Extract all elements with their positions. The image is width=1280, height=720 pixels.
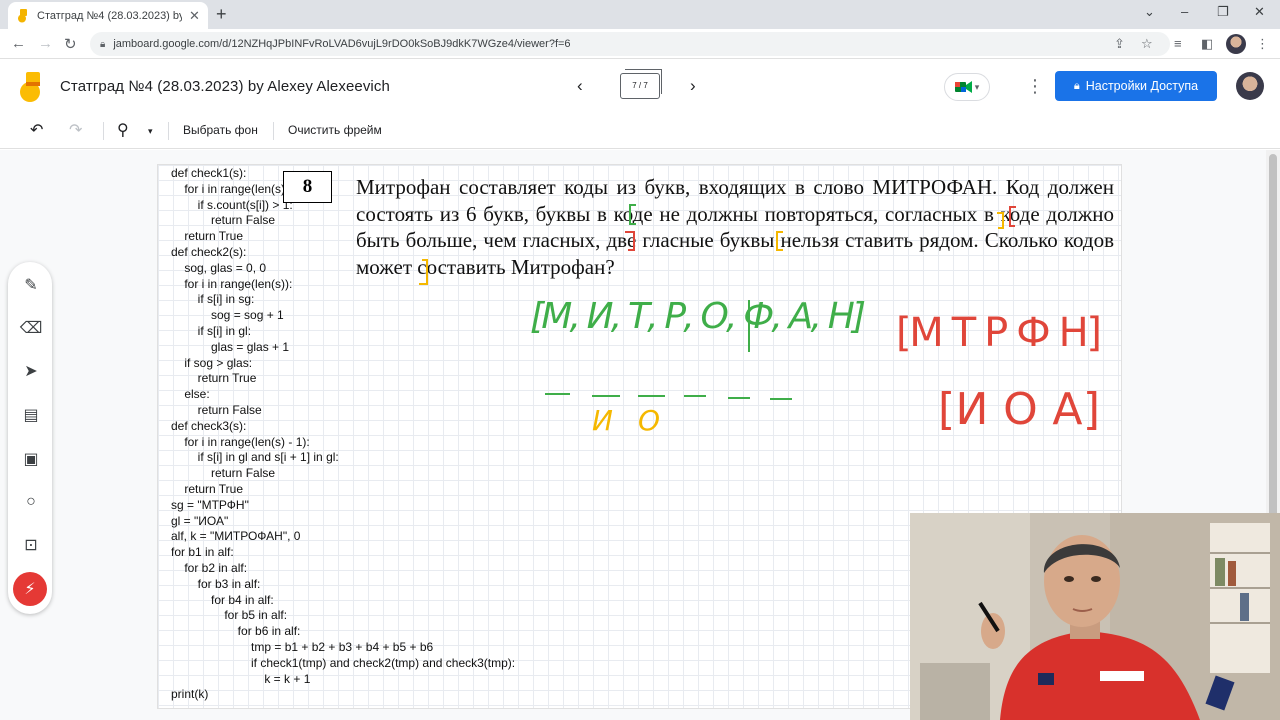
toolbar-divider — [168, 122, 169, 140]
reading-list-icon[interactable]: ≡ — [1174, 36, 1182, 51]
code-line: return False — [171, 402, 262, 417]
more-options-icon[interactable]: ⋮ — [1026, 76, 1044, 97]
code-line: for b3 in alf: — [171, 576, 261, 591]
task-statement: Митрофан составляет коды из букв, входящ… — [356, 175, 1114, 279]
tool-palette — [8, 262, 52, 614]
browser-menu-icon[interactable]: ⋮ — [1256, 36, 1269, 52]
lock-icon: 🔒︎ — [1073, 79, 1080, 92]
browser-profile-avatar[interactable] — [1226, 34, 1246, 54]
share-button-label: Настройки Доступа — [1085, 79, 1199, 93]
code-line: for b6 in alf: — [171, 624, 301, 639]
code-line: sg = "МТРФН" — [171, 497, 249, 512]
text-box-icon[interactable]: ⊡ — [20, 534, 42, 556]
set-background-button[interactable]: Выбрать фон — [183, 123, 258, 137]
zoom-dropdown-icon[interactable]: ▾ — [148, 126, 153, 137]
reload-icon[interactable]: ↻ — [64, 35, 77, 53]
meet-dropdown-icon: ▾ — [974, 81, 980, 92]
code-line: sog = sog + 1 — [171, 308, 284, 323]
browser-tab-bar: Статград №4 (28.03.2023) by Alexey ✕ + ⌄… — [0, 0, 1280, 29]
code-line: for b4 in alf: — [171, 592, 274, 607]
meet-icon — [954, 81, 972, 93]
share-page-icon[interactable]: ⇪ — [1114, 36, 1125, 52]
undo-icon[interactable]: ↶ — [30, 120, 43, 140]
sticky-note-icon[interactable]: ▤ — [20, 404, 42, 426]
board-title[interactable]: Статград №4 (28.03.2023) by Alexey Alexe… — [60, 78, 390, 95]
select-arrow-icon[interactable]: ➤ — [20, 360, 42, 382]
code-line: if s[i] in gl and s[i + 1] in gl: — [171, 450, 339, 465]
code-line: for i in range(len(s) - 1): — [171, 434, 310, 449]
code-line: for b5 in alf: — [171, 608, 288, 623]
task-number-box: 8 — [283, 171, 332, 203]
clear-frame-button[interactable]: Очистить фрейм — [288, 123, 382, 137]
code-line: return False — [171, 466, 276, 481]
add-image-icon[interactable]: ▣ — [20, 448, 42, 470]
address-bar-row: ← → ↻ 🔒︎ jamboard.google.com/d/12NZHqJPb… — [0, 29, 1280, 59]
toolbar-divider — [103, 122, 104, 140]
meet-present-button[interactable]: ▾ — [944, 73, 990, 101]
minimize-button[interactable]: – — [1181, 4, 1188, 19]
close-window-button[interactable]: ✕ — [1254, 4, 1265, 20]
frame-bar-toggle[interactable]: 7 / 7 — [620, 69, 662, 99]
webcam-video — [910, 513, 1280, 720]
forward-icon[interactable]: → — [38, 35, 53, 52]
code-line: def check3(s): — [171, 418, 247, 433]
tab-search-icon[interactable]: ⌄ — [1144, 4, 1155, 20]
code-line: tmp = b1 + b2 + b3 + b4 + b5 + b6 — [171, 639, 434, 654]
code-line: else: — [171, 387, 210, 402]
zoom-icon[interactable]: ⚲ — [117, 120, 129, 140]
restore-button[interactable]: ❐ — [1217, 4, 1229, 20]
toolbar-divider — [273, 122, 274, 140]
tab-title: Статград №4 (28.03.2023) by Alexey — [37, 9, 182, 22]
redo-icon[interactable]: ↷ — [69, 120, 82, 140]
code-line: if s[i] in sg: — [171, 292, 255, 307]
code-line: if check1(tmp) and check2(tmp) and check… — [171, 655, 516, 670]
code-line: if sog > glas: — [171, 355, 253, 370]
url-field[interactable]: 🔒︎ jamboard.google.com/d/12NZHqJPbINFvRo… — [90, 32, 1170, 56]
laser-pointer-icon[interactable]: ⚡︎ — [13, 572, 47, 606]
close-tab-icon[interactable]: ✕ — [189, 8, 200, 24]
code-line: for b1 in alf: — [171, 545, 234, 560]
lock-icon[interactable]: 🔒︎ — [100, 39, 105, 50]
browser-tab[interactable]: Статград №4 (28.03.2023) by Alexey ✕ — [8, 2, 208, 29]
new-tab-button[interactable]: + — [216, 4, 227, 25]
circle-shape-icon[interactable]: ○ — [20, 491, 42, 513]
code-line: if s[i] in gl: — [171, 323, 252, 338]
jamboard-logo-icon — [20, 72, 40, 102]
next-frame-icon[interactable]: › — [690, 76, 696, 96]
bookmark-star-icon[interactable]: ☆ — [1141, 36, 1153, 52]
share-settings-button[interactable]: 🔒︎ Настройки Доступа — [1055, 71, 1217, 101]
code-line: glas = glas + 1 — [171, 339, 290, 354]
code-line: return True — [171, 371, 257, 386]
code-line: gl = "ИОА" — [171, 513, 229, 528]
code-line: alf, k = "МИТРОФАН", 0 — [171, 529, 301, 544]
code-line: print(k) — [171, 687, 209, 702]
side-panel-icon[interactable]: ◧ — [1201, 36, 1213, 52]
code-line: for b2 in alf: — [171, 560, 248, 575]
jamboard-favicon-icon — [18, 8, 27, 22]
code-line: return True — [171, 481, 244, 496]
eraser-icon[interactable]: ⌫ — [20, 317, 43, 339]
back-icon[interactable]: ← — [11, 35, 26, 52]
code-line: k = k + 1 — [171, 671, 311, 686]
previous-frame-icon[interactable]: ‹ — [577, 76, 583, 96]
pen-icon[interactable]: ✎ — [20, 274, 42, 296]
account-avatar[interactable] — [1236, 72, 1264, 100]
url-text: jamboard.google.com/d/12NZHqJPbINFvRoLVA… — [113, 38, 571, 50]
frame-indicator-text: 7 / 7 — [632, 81, 648, 90]
